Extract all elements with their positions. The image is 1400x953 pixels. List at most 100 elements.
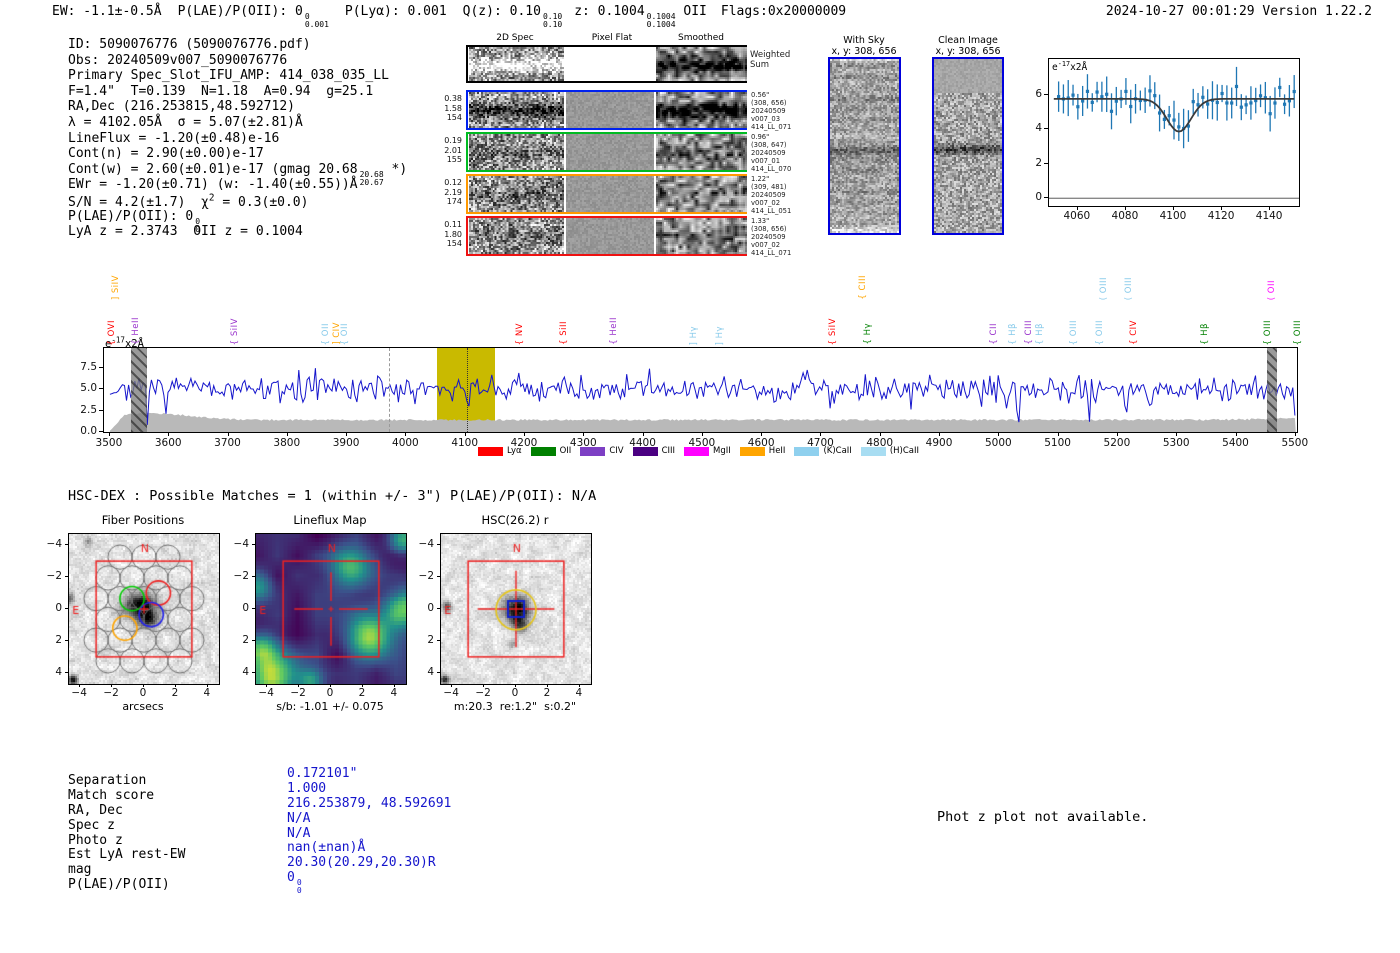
col-title-smoothed: Smoothed xyxy=(678,33,724,43)
full-spectrum-plot xyxy=(103,347,1298,433)
legend-item: Lyα xyxy=(478,446,522,456)
hsc-dex-header: HSC-DEX : Possible Matches = 1 (within +… xyxy=(68,488,597,504)
legend-swatch xyxy=(632,446,658,456)
info-line-8: Cont(w) = 2.60(±0.01)e-17 (gmag 20.68 20.… xyxy=(68,161,408,187)
spec2d-row xyxy=(466,174,747,214)
match-table-labels: Separation Match score RA, Dec Spec z Photo … xyxy=(68,773,185,892)
legend-swatch xyxy=(530,446,556,456)
line-annotation: { CII xyxy=(989,323,1000,345)
line-annotation: { CIV xyxy=(1128,320,1139,345)
match-value: 216.253879, 48.592691 xyxy=(287,795,452,811)
info-line-4: RA,Dec (216.253815,48.592712) xyxy=(68,99,295,115)
legend-swatch xyxy=(478,446,503,456)
match-label: Spec z xyxy=(68,817,115,833)
line-annotation: { OIII xyxy=(1069,319,1080,345)
spec2d-row xyxy=(466,45,747,83)
legend-item: CIII xyxy=(632,446,675,456)
weighted-sum-label: Weighted Sum xyxy=(750,50,791,70)
detection-info-block: ID: 5090076776 (5090076776.pdf) Obs: 2024… xyxy=(68,37,407,240)
line-annotation: { SiII xyxy=(559,321,570,345)
spec2d-row-left-values: 0.11 1.80 154 xyxy=(444,220,462,248)
match-value: 1.000 xyxy=(287,780,327,796)
line-annotation: { SiIV xyxy=(827,317,838,345)
legend-item: HeII xyxy=(739,446,785,456)
line-annotation: { SiIV xyxy=(230,317,241,345)
line-annotation: { OIII xyxy=(1293,319,1304,345)
match-label: Est LyA rest-EW xyxy=(68,847,186,863)
line-annotation: ] SiIV xyxy=(111,274,122,300)
line-annotation: { OII xyxy=(320,322,331,345)
clean-image-title: Clean Image xyxy=(938,35,998,46)
legend-item: OII xyxy=(530,446,571,456)
spec2d-row xyxy=(466,90,747,130)
masked-band xyxy=(1267,348,1277,432)
spec2d-row-right-labels: 0.96" (308, 647) 20240509 v007_01 414_LL_070 xyxy=(751,133,792,173)
line-annotation: { CIII xyxy=(1024,320,1035,345)
line-annotation: ] Hγ xyxy=(714,325,725,345)
cutout-image-1 xyxy=(255,533,407,685)
legend-swatch xyxy=(580,446,606,456)
marker-line-dashed xyxy=(388,348,390,432)
match-label: mag xyxy=(68,862,92,878)
spec2d-row xyxy=(466,216,747,256)
legend-swatch xyxy=(860,446,886,456)
line-annotation: { OIII xyxy=(1095,319,1106,345)
match-value: N/A xyxy=(287,810,311,826)
legend-item: (H)CaII xyxy=(860,446,919,456)
spec2d-row-left-values: 0.38 1.58 154 xyxy=(444,94,462,122)
info-line-7: Cont(n) = 2.90(±0.00)e-17 xyxy=(68,146,264,162)
info-line-6: LineFlux = -1.20(±0.48)e-16 xyxy=(68,130,280,146)
photz-note: Phot z plot not available. xyxy=(937,809,1149,825)
cutout-xlabel: arcsecs xyxy=(122,700,164,713)
with-sky-title: With Sky xyxy=(843,35,885,46)
with-sky-image xyxy=(828,57,901,235)
info-line-11: P(LAE)/P(OII): 000 xyxy=(68,208,201,234)
line-annotation: { OVI xyxy=(106,319,117,345)
legend-swatch xyxy=(794,446,820,456)
match-label: P(LAE)/P(OII) xyxy=(68,877,170,893)
spec2d-row-right-labels: 1.22" (309, 481) 20240509 v007_02 414_LL_051 xyxy=(751,175,792,215)
line-annotation: { Hβ xyxy=(1200,323,1211,345)
line-annotation: { Hβ xyxy=(1034,323,1045,345)
legend-item: (K)CaII xyxy=(794,446,852,456)
col-title-2d-spec: 2D Spec xyxy=(496,33,534,43)
match-value: 000 xyxy=(287,870,302,896)
info-line-5: λ = 4102.05Å σ = 5.07(±2.81)Å xyxy=(68,114,303,130)
elixer-report-page: EW: -1.1±-0.5Å P(LAE)/P(OII): 0 0 0.001 P(Ly… xyxy=(0,0,1400,953)
clean-image-coords: x, y: 308, 656 xyxy=(935,46,1001,57)
timestamp-version: 2024-10-27 00:01:29 Version 1.22.2 xyxy=(1105,4,1372,19)
cutout-xlabel: m:20.3 re:1.2" s:0.2" xyxy=(453,700,577,713)
legend-swatch xyxy=(684,446,710,456)
spec2d-row xyxy=(466,132,747,172)
line-annotation: ( OIII xyxy=(1123,276,1134,300)
match-value: 0.172101" xyxy=(287,766,358,781)
cutout-image-0 xyxy=(68,533,220,685)
line-annotation: { OII xyxy=(339,322,350,345)
line-annotation: { OIII xyxy=(1263,319,1274,345)
line-annotation: { HeII xyxy=(130,317,141,345)
spec2d-row-left-values: 0.12 2.19 174 xyxy=(444,178,462,206)
marker-line-dotted xyxy=(466,348,468,432)
legend-item: MgII xyxy=(684,446,731,456)
cutout-title: HSC(26.2) r xyxy=(481,513,549,527)
line-annotation: { HeII xyxy=(608,317,619,345)
info-line-9: EWr = -1.20(±0.71) (w: -1.40(±0.55))Å xyxy=(68,177,358,193)
summary-header-line: EW: -1.1±-0.5Å P(LAE)/P(OII): 0 0 0.001 P(Ly… xyxy=(52,4,847,29)
with-sky-coords: x, y: 308, 656 xyxy=(831,46,897,57)
cutout-image-2 xyxy=(440,533,592,685)
spec2d-row-right-labels: 1.33" (308, 656) 20240509 v007_02 414_LL_071 xyxy=(751,217,792,257)
match-value: nan(±nan)Å xyxy=(287,840,366,856)
legend-swatch xyxy=(739,446,765,456)
line-annotation: ] Hγ xyxy=(689,325,700,345)
clean-image xyxy=(932,57,1004,235)
match-label: Separation xyxy=(68,773,147,788)
info-line-3: F=1.4" T=0.139 N=1.18 A=0.94 g=25.1 xyxy=(68,83,374,99)
info-line-1: Obs: 20240509v007_5090076776 xyxy=(68,52,288,68)
info-line-0: ID: 5090076776 (5090076776.pdf) xyxy=(68,37,311,52)
match-table-values: 0.172101" 1.000 216.253879, 48.592691 N/A N/… xyxy=(287,766,452,896)
info-line-12: LyA z = 2.3743 OII z = 0.1004 xyxy=(68,224,303,240)
info-line-10: S/N = 4.2(±1.7) χ2 = 0.3(±0.0) xyxy=(68,192,309,211)
line-annotation: ( OIII xyxy=(1098,276,1109,300)
match-label: Match score xyxy=(68,787,155,803)
spec2d-row-right-labels: 0.56" (308, 656) 20240509 v007_03 414_LL_071 xyxy=(751,91,792,131)
